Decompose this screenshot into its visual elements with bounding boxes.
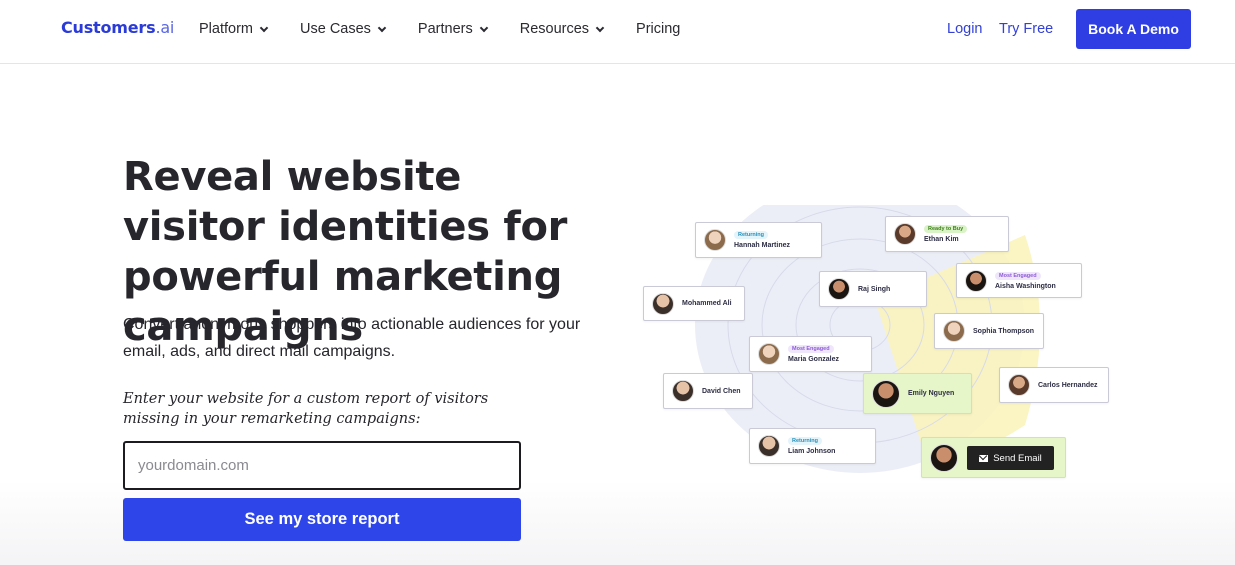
try-free-link[interactable]: Try Free bbox=[999, 21, 1053, 37]
chevron-down-icon bbox=[595, 23, 605, 32]
nav-pricing-label: Pricing bbox=[636, 21, 681, 37]
visitor-name: Aisha Washington bbox=[995, 282, 1056, 290]
visitor-name: Mohammed Ali bbox=[682, 300, 732, 307]
visitor-name: Ethan Kim bbox=[924, 236, 959, 243]
status-badge: Most Engaged bbox=[788, 345, 834, 353]
main-nav: Platform Use Cases Partners Resources Pr… bbox=[199, 21, 713, 37]
nav-use-cases[interactable]: Use Cases bbox=[300, 21, 387, 37]
visitor-card: Raj Singh bbox=[819, 271, 927, 307]
see-store-report-button[interactable]: See my store report bbox=[123, 498, 521, 541]
nav-resources-label: Resources bbox=[519, 21, 590, 37]
avatar bbox=[965, 269, 987, 292]
hero-subtext: Convert anonymous shoppers into actionab… bbox=[123, 316, 581, 360]
site-header: Customers.ai Platform Use Cases Partners… bbox=[0, 0, 1235, 64]
nav-platform-label: Platform bbox=[199, 21, 253, 37]
customers-ai-logo[interactable]: Customers.ai bbox=[61, 18, 174, 37]
visitor-card: Most Engaged Aisha Washington bbox=[956, 263, 1082, 298]
visitor-card: Mohammed Ali bbox=[643, 286, 745, 321]
report-prompt: Enter your website for a custom report o… bbox=[123, 391, 489, 427]
visitor-name: Emily Nguyen bbox=[908, 390, 955, 397]
mail-icon bbox=[979, 454, 989, 462]
logo-text: Customers bbox=[61, 18, 156, 37]
avatar bbox=[930, 443, 958, 472]
chevron-down-icon bbox=[479, 23, 488, 32]
visitor-name: Sophia Thompson bbox=[973, 327, 1035, 335]
nav-partners-label: Partners bbox=[417, 21, 473, 37]
avatar bbox=[704, 229, 726, 251]
visitor-name: Maria Gonzalez bbox=[788, 356, 839, 363]
send-email-button[interactable]: Send Email bbox=[967, 446, 1054, 470]
avatar bbox=[943, 320, 965, 342]
avatar bbox=[872, 379, 900, 408]
status-badge: Most Engaged bbox=[995, 271, 1041, 280]
visitor-card: Ready to Buy Ethan Kim bbox=[885, 216, 1009, 252]
visitor-card: Carlos Hernandez bbox=[999, 367, 1109, 403]
avatar bbox=[1008, 374, 1030, 396]
visitor-card-highlighted: Emily Nguyen bbox=[863, 373, 972, 414]
visitor-name: David Chen bbox=[702, 387, 741, 395]
logo-suffix: .ai bbox=[155, 18, 175, 37]
visitor-name: Hannah Martinez bbox=[734, 242, 791, 249]
book-demo-button[interactable]: Book A Demo bbox=[1076, 9, 1191, 49]
status-badge: Returning bbox=[788, 437, 822, 445]
avatar bbox=[672, 380, 694, 402]
domain-input[interactable] bbox=[123, 441, 521, 490]
nav-use-cases-label: Use Cases bbox=[300, 21, 371, 37]
visitor-card: Returning Liam Johnson bbox=[749, 428, 876, 464]
visitor-name: Liam Johnson bbox=[788, 448, 836, 455]
avatar bbox=[828, 278, 850, 300]
avatar bbox=[758, 343, 780, 365]
chevron-down-icon bbox=[377, 23, 387, 32]
visitor-card: Most Engaged Maria Gonzalez bbox=[749, 336, 872, 372]
status-badge: Ready to Buy bbox=[924, 225, 968, 233]
visitor-card: Returning Hannah Martinez bbox=[695, 222, 822, 258]
send-email-card: Send Email bbox=[921, 437, 1066, 478]
visitor-identity-illustration: Returning Hannah Martinez Ready to Buy E… bbox=[635, 205, 1125, 490]
status-badge: Returning bbox=[734, 231, 768, 239]
login-link[interactable]: Login bbox=[947, 21, 982, 37]
nav-partners[interactable]: Partners bbox=[417, 21, 488, 37]
nav-resources[interactable]: Resources bbox=[519, 21, 605, 37]
nav-platform[interactable]: Platform bbox=[199, 21, 269, 37]
nav-pricing[interactable]: Pricing bbox=[636, 21, 680, 37]
avatar bbox=[652, 292, 674, 315]
visitor-name: Carlos Hernandez bbox=[1038, 381, 1098, 389]
visitor-card: David Chen bbox=[663, 373, 753, 409]
send-email-label: Send Email bbox=[993, 452, 1042, 464]
avatar bbox=[894, 223, 916, 245]
chevron-down-icon bbox=[259, 23, 269, 32]
visitor-name: Raj Singh bbox=[858, 285, 891, 293]
visitor-card: Sophia Thompson bbox=[934, 313, 1044, 349]
avatar bbox=[758, 435, 780, 457]
